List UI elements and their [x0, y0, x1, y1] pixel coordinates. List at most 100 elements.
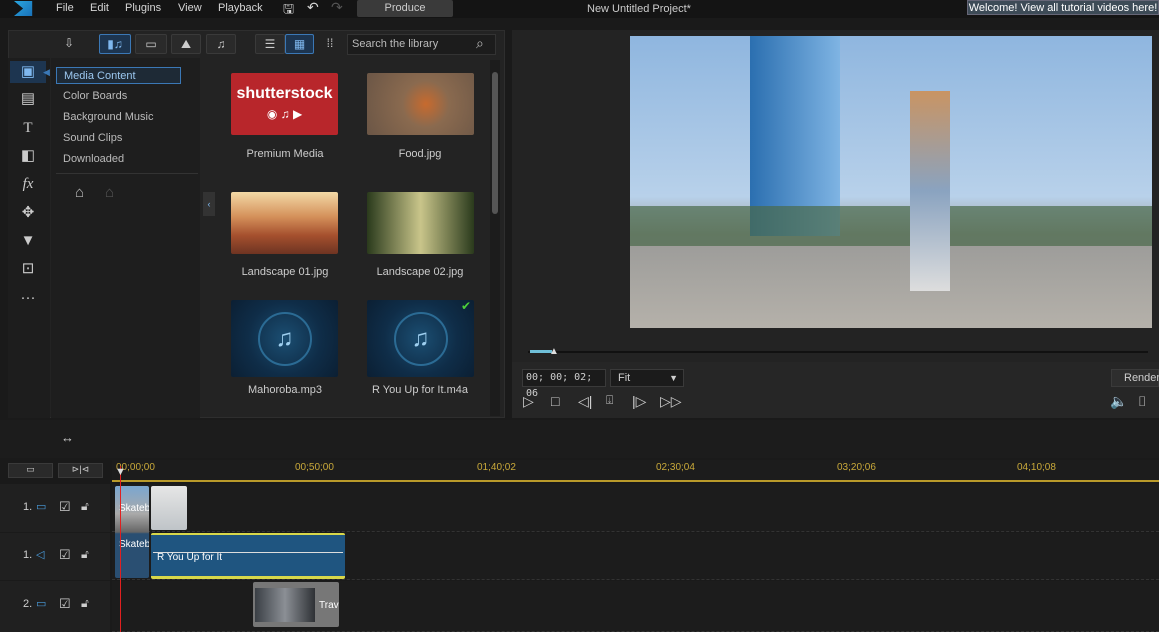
template-room-icon[interactable]: ▤: [10, 88, 46, 110]
snapshot-icon[interactable]: ⌷: [1138, 393, 1146, 410]
redo-icon[interactable]: ↷: [331, 0, 343, 16]
landscape-02-thumbnail[interactable]: [367, 192, 474, 254]
menu-view[interactable]: View: [178, 2, 202, 14]
mahoroba-thumbnail[interactable]: ♫: [231, 300, 338, 377]
video-track-icon: ▭: [36, 598, 47, 610]
category-media-content[interactable]: Media Content: [56, 67, 181, 84]
media-room-icon[interactable]: ▣: [10, 61, 46, 83]
stop-icon[interactable]: □: [551, 393, 559, 409]
subtitle-room-icon[interactable]: ⊡: [10, 258, 46, 280]
menu-playback[interactable]: Playback: [218, 2, 263, 14]
music-note-icon: ♫: [393, 311, 448, 366]
tutorial-banner[interactable]: Welcome! View all tutorial videos here!: [967, 0, 1159, 15]
fast-forward-icon[interactable]: ▷▷: [660, 393, 682, 410]
media-label: Mahoroba.mp3: [248, 384, 322, 396]
clip-label: Skateb: [119, 539, 149, 550]
track-manager-icon[interactable]: ▭: [8, 463, 53, 478]
save-icon[interactable]: 🖫: [283, 0, 294, 22]
filter-video-icon[interactable]: ▭: [135, 34, 167, 54]
media-label: Landscape 02.jpg: [376, 266, 464, 278]
ruler-tick: 04;10;08: [1017, 462, 1056, 473]
premium-media-thumbnail[interactable]: shutterstock ◉ ♫ ▶: [231, 73, 338, 135]
clip-r-you-up-for-it[interactable]: R You Up for It: [151, 533, 345, 579]
fit-project-icon[interactable]: ⊳|⊲: [58, 463, 103, 478]
track-enable-checkbox[interactable]: ☑: [59, 547, 71, 563]
unlock-icon[interactable]: 🔓︎: [81, 499, 89, 514]
category-downloaded[interactable]: Downloaded: [56, 151, 196, 168]
collapse-panel-button[interactable]: ‹: [203, 192, 215, 216]
selected-arrow-icon: ◀: [43, 67, 50, 77]
timeline-toolbar: [0, 420, 1159, 458]
unlock-icon[interactable]: 🔓︎: [81, 547, 89, 562]
title-room-icon[interactable]: T: [10, 117, 46, 139]
category-background-music[interactable]: Background Music: [56, 109, 196, 126]
more-icon[interactable]: ···: [10, 287, 46, 309]
playhead[interactable]: [120, 466, 121, 632]
category-color-boards[interactable]: Color Boards: [56, 88, 196, 105]
audio-track-icon: ◁: [36, 549, 45, 561]
transition-room-icon[interactable]: ◧: [10, 145, 46, 167]
search-input[interactable]: Search the library: [347, 34, 496, 55]
unlock-icon[interactable]: 🔓︎: [81, 596, 89, 611]
next-frame-icon[interactable]: |▷: [632, 393, 646, 410]
clip-label: R You Up for It: [157, 552, 223, 563]
landscape-01-thumbnail[interactable]: [231, 192, 338, 254]
scrollbar-thumb[interactable]: [492, 72, 498, 214]
pip-room-icon[interactable]: ✥: [10, 202, 46, 224]
sort-icon[interactable]: ⁞⁞: [318, 34, 342, 54]
particle-room-icon[interactable]: ▼: [10, 230, 46, 252]
ruler-tick: 02;30;04: [656, 462, 695, 473]
filter-all-media-icon[interactable]: ▮♫: [99, 34, 131, 54]
volume-line[interactable]: [153, 552, 343, 553]
ruler-tick: 00;50;00: [295, 462, 334, 473]
track-header-audio-1: [0, 533, 110, 580]
clip-travel[interactable]: Trav: [253, 582, 339, 627]
undo-icon[interactable]: ↶: [307, 0, 319, 16]
split-marker-icon[interactable]: ⍗: [606, 393, 613, 408]
media-label: Premium Media: [246, 148, 324, 160]
clip-building[interactable]: [151, 486, 187, 530]
zoom-select[interactable]: Fit ▼: [610, 369, 684, 387]
menu-plugins[interactable]: Plugins: [125, 2, 161, 14]
clip-label: Trav: [319, 600, 339, 611]
volume-icon[interactable]: 🔈: [1110, 393, 1127, 410]
divider: [56, 173, 198, 174]
produce-button[interactable]: Produce: [357, 0, 453, 17]
render-button[interactable]: Render: [1111, 369, 1159, 387]
grid-view-icon[interactable]: ▦: [285, 34, 314, 54]
previous-frame-icon[interactable]: ◁|: [578, 393, 592, 410]
track-number: 1.: [23, 501, 33, 513]
chevron-down-icon: ▼: [669, 373, 678, 383]
clip-label: Skateb: [119, 503, 149, 514]
track-number: 2.: [23, 598, 33, 610]
music-note-icon: ♫: [257, 311, 312, 366]
library-scrollbar[interactable]: [490, 60, 500, 416]
menu-edit[interactable]: Edit: [90, 2, 109, 14]
preview-seek-bar[interactable]: [528, 351, 1148, 353]
r-you-up-thumbnail[interactable]: ♫: [367, 300, 474, 377]
menu-file[interactable]: File: [56, 2, 74, 14]
food-thumbnail[interactable]: [367, 73, 474, 135]
filter-image-icon[interactable]: ⛰: [171, 34, 201, 54]
add-tag-icon[interactable]: ⌂: [75, 184, 84, 201]
list-view-icon[interactable]: ☰: [255, 34, 285, 54]
video-track-icon: ▭: [36, 501, 47, 513]
media-label: R You Up for It.m4a: [372, 384, 468, 396]
timeline-ruler[interactable]: [112, 460, 1159, 482]
media-label: Landscape 01.jpg: [241, 266, 329, 278]
filter-audio-icon[interactable]: ♫: [206, 34, 236, 54]
remove-tag-icon[interactable]: ⌂: [105, 184, 114, 201]
effects-room-icon[interactable]: fx: [10, 173, 46, 195]
timecode-field[interactable]: 00; 00; 02; 06: [522, 369, 606, 399]
search-icon[interactable]: ⌕: [476, 35, 484, 52]
play-icon[interactable]: ▷: [523, 393, 534, 410]
track-header-video-2: [0, 581, 110, 632]
track-enable-checkbox[interactable]: ☑: [59, 499, 71, 515]
track-enable-checkbox[interactable]: ☑: [59, 596, 71, 612]
category-sound-clips[interactable]: Sound Clips: [56, 130, 196, 147]
seek-handle[interactable]: ▲: [549, 346, 559, 357]
import-icon[interactable]: ⇩: [56, 34, 82, 54]
fit-timeline-icon[interactable]: ↔: [61, 430, 74, 445]
video-track-1[interactable]: [112, 484, 1159, 532]
playhead-handle[interactable]: ▼: [115, 466, 126, 478]
